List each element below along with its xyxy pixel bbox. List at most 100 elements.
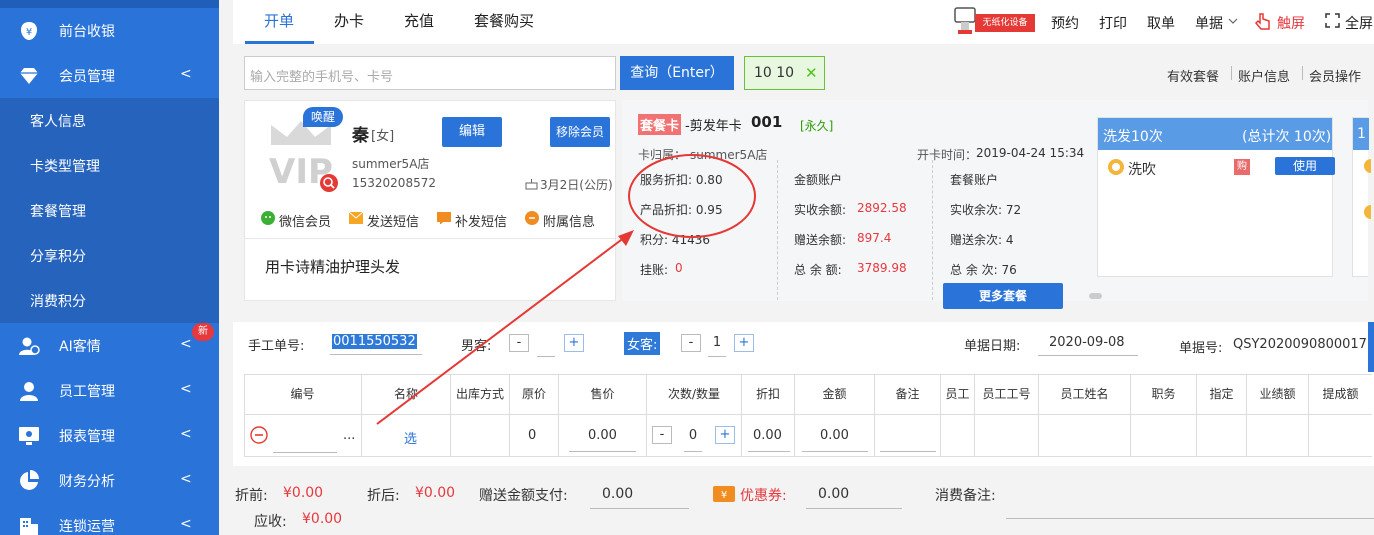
price-input[interactable]: 0.00: [588, 428, 617, 443]
qty-plus-button[interactable]: +: [715, 426, 735, 444]
tab-buy-package[interactable]: 套餐购买: [474, 10, 534, 31]
female-plus-button[interactable]: +: [734, 334, 754, 352]
table-row-cell: [941, 414, 975, 456]
chevron-left-icon: <: [180, 426, 192, 442]
col-header-position: 职务: [1131, 374, 1197, 414]
male-plus-button[interactable]: +: [564, 334, 584, 352]
input-underline: [330, 354, 422, 355]
discount-input[interactable]: 0.00: [753, 428, 782, 443]
tab-recharge[interactable]: 充值: [404, 10, 434, 31]
chevron-left-icon: <: [180, 516, 192, 532]
input-underline: [569, 451, 636, 452]
doc-date-label: 单据日期:: [964, 339, 1021, 354]
table-row-cell: [1131, 414, 1197, 456]
sidebar-item-ai[interactable]: AI客情 新 <: [0, 323, 219, 368]
account-info-link[interactable]: 账户信息: [1238, 66, 1290, 85]
package-account-title: 套餐账户: [950, 173, 999, 187]
sidebar-subitem-label: 套餐管理: [30, 204, 86, 220]
doc-no-label: 单据号:: [1179, 341, 1223, 356]
female-count-value[interactable]: 1: [708, 335, 726, 350]
search-tag: 10 10 ✕: [744, 56, 825, 90]
amount-input[interactable]: 0.00: [820, 428, 849, 443]
side-handle[interactable]: [1368, 322, 1374, 372]
fullscreen-button[interactable]: 全屏: [1345, 13, 1373, 33]
appointment-button[interactable]: 预约: [1051, 13, 1079, 33]
male-minus-button[interactable]: -: [509, 334, 529, 352]
more-dots-button[interactable]: ...: [343, 428, 355, 443]
buy-badge[interactable]: 购: [1234, 159, 1250, 175]
card-number: 001: [751, 113, 783, 131]
print-button[interactable]: 打印: [1099, 13, 1127, 33]
close-icon[interactable]: ✕: [805, 57, 818, 89]
sidebar-subitem-share-points[interactable]: 分享积分: [0, 233, 219, 278]
sidebar-subitem-card-type[interactable]: 卡类型管理: [0, 143, 219, 188]
sidebar-item-finance[interactable]: 财务分析 <: [0, 458, 219, 503]
chevron-left-icon: <: [180, 471, 192, 487]
package-card: 洗发10次 (总计次 10次) 洗吹 购 使用: [1097, 117, 1335, 277]
documents-dropdown[interactable]: 单据: [1195, 13, 1223, 33]
sidebar-subitem-consume-points[interactable]: 消费积分: [0, 278, 219, 323]
carousel-scrollbar[interactable]: [1089, 293, 1102, 299]
pie-icon: [20, 470, 39, 490]
member-note: 用卡诗精油护理头发: [265, 258, 401, 276]
remove-row-icon[interactable]: [250, 426, 268, 444]
tab-open-order[interactable]: 开单: [264, 10, 294, 31]
receivable-value: ¥0.00: [302, 511, 343, 527]
next-package-card[interactable]: 1: [1352, 117, 1371, 277]
sidebar-subitem-package[interactable]: 套餐管理: [0, 188, 219, 233]
paperless-device-button[interactable]: 无纸化设备: [953, 6, 1035, 36]
sidebar-item-chain[interactable]: 连锁运营 <: [0, 503, 219, 535]
sidebar-item-cashier[interactable]: ¥ 前台收银: [0, 8, 219, 53]
gift-pay-input[interactable]: 0.00: [602, 486, 633, 502]
resend-sms-link[interactable]: 补发短信: [455, 211, 507, 230]
coupon-icon: ¥: [713, 486, 735, 502]
member-operations-link[interactable]: 会员操作: [1309, 66, 1361, 85]
wake-badge[interactable]: 唤醒: [303, 107, 343, 127]
touch-screen-button[interactable]: 触屏: [1277, 13, 1305, 33]
code-input[interactable]: [273, 452, 337, 453]
more-packages-button[interactable]: 更多套餐: [943, 283, 1063, 309]
cake-icon: [525, 179, 538, 190]
female-minus-button[interactable]: -: [681, 334, 701, 352]
fetch-order-button[interactable]: 取单: [1147, 13, 1175, 33]
phone-card-search-input[interactable]: 输入完整的手机号、卡号: [244, 56, 616, 90]
qty-input[interactable]: 0: [684, 428, 702, 443]
service-icon: [1364, 205, 1371, 219]
balance-title: 金额账户: [794, 173, 843, 187]
doc-no-value: QSY2020090800017: [1233, 337, 1367, 352]
coupon-input[interactable]: 0.00: [818, 486, 849, 502]
remove-member-button[interactable]: 移除会员: [550, 117, 610, 147]
ai-user-icon: [19, 337, 40, 355]
sidebar-item-member[interactable]: 会员管理 <: [0, 53, 219, 98]
col-header-price: 售价: [559, 374, 647, 414]
tablet-icon: [954, 7, 976, 34]
sidebar-item-label: 连锁运营: [59, 519, 115, 535]
member-name: 秦: [352, 126, 369, 146]
select-item-link[interactable]: 选: [404, 428, 417, 447]
qty-minus-button[interactable]: -: [652, 426, 672, 444]
doc-date-input[interactable]: 2020-09-08: [1049, 335, 1125, 350]
col-header-performance: 业绩额: [1247, 374, 1309, 414]
table-row-cell: [975, 414, 1039, 456]
sidebar-subitem-customer-info[interactable]: 客人信息: [0, 98, 219, 143]
attached-info-link[interactable]: 附属信息: [543, 211, 595, 230]
sidebar-subitem-label: 卡类型管理: [30, 159, 100, 175]
valid-packages-link[interactable]: 有效套餐: [1167, 66, 1219, 85]
before-discount-value: ¥0.00: [283, 485, 324, 501]
manual-no-input[interactable]: 0011550532: [332, 334, 417, 349]
send-sms-link[interactable]: 发送短信: [367, 211, 419, 230]
use-package-button[interactable]: 使用: [1275, 157, 1335, 175]
query-button[interactable]: 查询（Enter）: [620, 56, 734, 90]
col-header-qty: 次数/数量: [647, 374, 742, 414]
edit-member-button[interactable]: 编辑: [442, 117, 502, 147]
consume-note-input[interactable]: [1006, 518, 1374, 519]
sidebar-item-report[interactable]: 报表管理 <: [0, 413, 219, 458]
coupon-label: 优惠券:: [740, 488, 787, 504]
tab-issue-card[interactable]: 办卡: [334, 10, 364, 31]
wechat-member-link[interactable]: 微信会员: [279, 211, 331, 230]
search-magnifier-icon[interactable]: [319, 173, 339, 193]
remark-input[interactable]: [880, 451, 936, 452]
col-header-amount: 金额: [795, 374, 875, 414]
sidebar-item-staff[interactable]: 员工管理 <: [0, 368, 219, 413]
gift-pay-label: 赠送金额支付:: [479, 488, 568, 504]
